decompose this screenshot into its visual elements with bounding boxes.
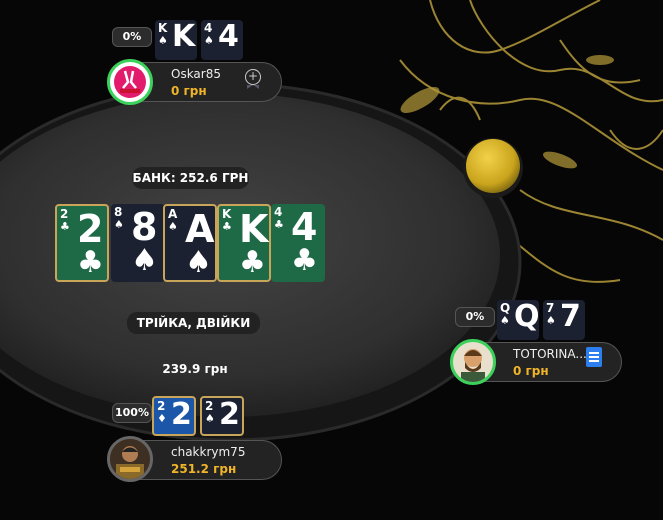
player-name-top: Oskar85 — [171, 67, 221, 81]
player-stack-right: 0 грн — [513, 364, 549, 378]
hole-card-top-1: K ♠ K — [155, 20, 197, 60]
board-card-1: 2 ♣ 2 ♣ — [55, 204, 109, 282]
player-name-right: TOTORINA... — [513, 347, 587, 361]
hand-name-label: ТРІЙКА, ДВІЙКИ — [127, 312, 260, 334]
equity-badge-bottom: 100% — [112, 403, 152, 423]
hole-card-bottom-1: 2 ♦ 2 — [152, 396, 196, 436]
avatar-right[interactable] — [450, 339, 496, 385]
bookmark-icon — [247, 85, 259, 89]
plus-circle-icon[interactable]: + — [245, 69, 261, 85]
avatar-bottom[interactable] — [107, 436, 153, 482]
hole-card-top-2: 4 ♠ 4 — [201, 20, 243, 60]
board-card-3: A ♠ A ♠ — [163, 204, 217, 282]
bet-amount: 239.9 грн — [162, 362, 228, 376]
player-stack-top: 0 грн — [171, 84, 207, 98]
equity-badge-top: 0% — [112, 27, 152, 47]
hole-card-bottom-2: 2 ♠ 2 — [200, 396, 244, 436]
note-icon[interactable] — [586, 347, 602, 367]
hole-card-right-1: Q ♠ Q — [497, 300, 539, 340]
player-stack-bottom: 251.2 грн — [171, 462, 237, 476]
avatar-top[interactable] — [107, 59, 153, 105]
board-card-2: 8 ♠ 8 ♠ — [111, 204, 165, 282]
board-card-4: K ♣ K ♣ — [217, 204, 271, 282]
player-name-bottom: chakkrym75 — [171, 445, 246, 459]
hole-card-right-2: 7 ♠ 7 — [543, 300, 585, 340]
equity-badge-right: 0% — [455, 307, 495, 327]
pot-label: БАНК: 252.6 ГРН — [132, 167, 249, 189]
board-card-5: 4 ♣ 4 ♣ — [271, 204, 325, 282]
